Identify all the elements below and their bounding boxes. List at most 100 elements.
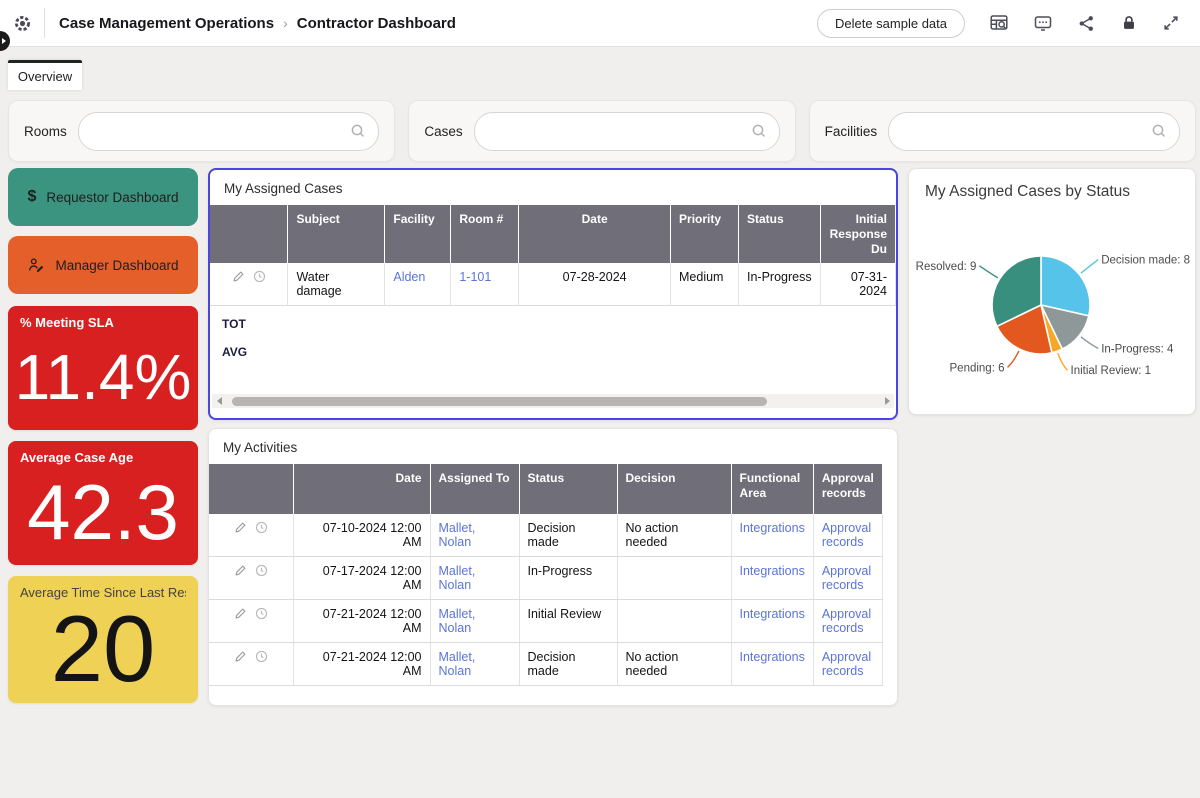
dollar-icon: $ [28,188,37,206]
kpi-average-case-age: Average Case Age 42.3 [8,441,198,565]
manager-dashboard-button[interactable]: Manager Dashboard [8,236,198,294]
sidebar: $ Requestor Dashboard Manager Dashboard … [8,168,198,703]
facilities-label: Facilities [825,124,878,139]
scrollbar-thumb[interactable] [232,397,767,406]
column-header: Initial Response Du [820,205,895,263]
activity-row[interactable]: 07-17-2024 12:00 AMMallet, NolanIn-Progr… [209,557,882,600]
column-header: Date [293,464,430,514]
cell-text: No action needed [626,521,679,549]
breadcrumb: Case Management Operations › Contractor … [59,15,456,32]
app-header: Case Management Operations › Contractor … [0,0,1200,47]
column-header: Subject [288,205,385,263]
history-icon[interactable] [253,270,266,286]
presentation-icon[interactable] [1033,13,1053,33]
column-header: Status [519,464,617,514]
report-search-icon[interactable] [989,13,1009,33]
cell-link[interactable]: Approval records [822,521,871,549]
cell-link[interactable]: Approval records [822,607,871,635]
history-icon[interactable] [255,607,268,623]
filter-card-facilities: Facilities [809,100,1196,162]
column-header [210,205,288,263]
column-header: Status [738,205,820,263]
assigned-case-row[interactable]: Water damage Alden 1-101 07-28-2024 Medium In… [210,263,896,306]
cell-link[interactable]: Integrations [740,650,805,664]
cell-link[interactable]: Approval records [822,564,871,592]
cell-link[interactable]: Mallet, Nolan [439,650,476,678]
gear-icon[interactable] [0,14,44,33]
cell-text: 07-10-2024 12:00 AM [323,521,422,549]
expand-icon[interactable] [1162,14,1180,32]
cases-label: Cases [424,124,462,139]
my-assigned-cases-panel: My Assigned Cases SubjectFacilityRoom #D… [208,168,898,420]
scroll-left-arrow[interactable] [212,394,226,408]
cell-text: Initial Review [528,607,602,621]
filter-card-cases: Cases [408,100,795,162]
kpi-average-time-since-last-response: Average Time Since Last Resp... 20 [8,576,198,703]
cell-text: Water damage [296,270,341,298]
cell-link[interactable]: 1-101 [459,270,491,284]
edit-icon[interactable] [232,270,245,286]
cell-link[interactable]: Integrations [740,521,805,535]
scrollbar-track[interactable] [226,394,880,408]
pie-leader-line [1058,353,1068,370]
scroll-right-arrow[interactable] [880,394,894,408]
pie-label: Initial Review: 1 [1071,365,1152,377]
search-icon [751,123,767,139]
delete-sample-data-button[interactable]: Delete sample data [817,9,965,38]
activities-table: DateAssigned ToStatusDecisionFunctional … [209,464,883,686]
column-header: Room # [451,205,519,263]
edit-icon[interactable] [234,564,247,580]
cell-text: 07-17-2024 12:00 AM [323,564,422,592]
rooms-label: Rooms [24,124,67,139]
cell-text: Medium [679,270,723,284]
activity-row[interactable]: 07-21-2024 12:00 AMMallet, NolanDecision… [209,643,882,686]
requestor-dashboard-button[interactable]: $ Requestor Dashboard [8,168,198,226]
pie-leader-line [1081,337,1098,349]
edit-icon[interactable] [234,521,247,537]
search-icon [1151,123,1167,139]
share-icon[interactable] [1077,14,1096,33]
pie-label: Resolved: 9 [916,261,977,273]
column-header: Decision [617,464,731,514]
facilities-search-input[interactable] [889,113,1179,150]
rooms-search-input[interactable] [79,113,379,150]
header-divider [44,8,45,38]
activity-row[interactable]: 07-21-2024 12:00 AM Mallet, Nolan Initial … [209,600,882,643]
column-header: Assigned To [430,464,519,514]
horizontal-scrollbar [212,394,894,408]
breadcrumb-root[interactable]: Case Management Operations [59,15,274,32]
pie-leader-line [1081,260,1098,274]
pie-label: Pending: 6 [950,362,1005,374]
cell-link[interactable]: Approval records [822,650,871,678]
edit-icon[interactable] [234,650,247,666]
pie-label: In-Progress: 4 [1101,343,1174,355]
lock-icon[interactable] [1120,14,1138,32]
cell-link[interactable]: Mallet, Nolan [439,607,476,635]
kpi-meeting-sla: % Meeting SLA 11.4% [8,306,198,430]
history-icon[interactable] [255,650,268,666]
manager-icon [27,257,45,273]
cell-text: 07-31-2024 [851,270,887,298]
history-icon[interactable] [255,521,268,537]
cell-text: Decision made [528,650,576,678]
column-header: Date [519,205,671,263]
cell-text: In-Progress [747,270,812,284]
cell-text: 07-28-2024 [563,270,627,284]
activity-row[interactable]: 07-10-2024 12:00 AMMallet, NolanDecision… [209,514,882,557]
cell-link[interactable]: Alden [393,270,425,284]
cell-link[interactable]: Mallet, Nolan [439,521,476,549]
cases-search-input[interactable] [475,113,779,150]
cell-text: 07-21-2024 12:00 AM [323,607,422,635]
cell-link[interactable]: Integrations [740,607,805,621]
edit-icon[interactable] [234,607,247,623]
history-icon[interactable] [255,564,268,580]
summary-row-label: AVG [222,338,896,366]
cell-text: No action needed [626,650,679,678]
tab-overview[interactable]: Overview [8,60,82,90]
summary-row-label: TOT [222,310,896,338]
kpi-value: 42.3 [20,466,186,559]
filter-card-rooms: Rooms [8,100,395,162]
status-pie-chart: Decision made: 8In-Progress: 4Initial Re… [909,205,1195,410]
cell-link[interactable]: Mallet, Nolan [439,564,476,592]
cell-link[interactable]: Integrations [740,564,805,578]
